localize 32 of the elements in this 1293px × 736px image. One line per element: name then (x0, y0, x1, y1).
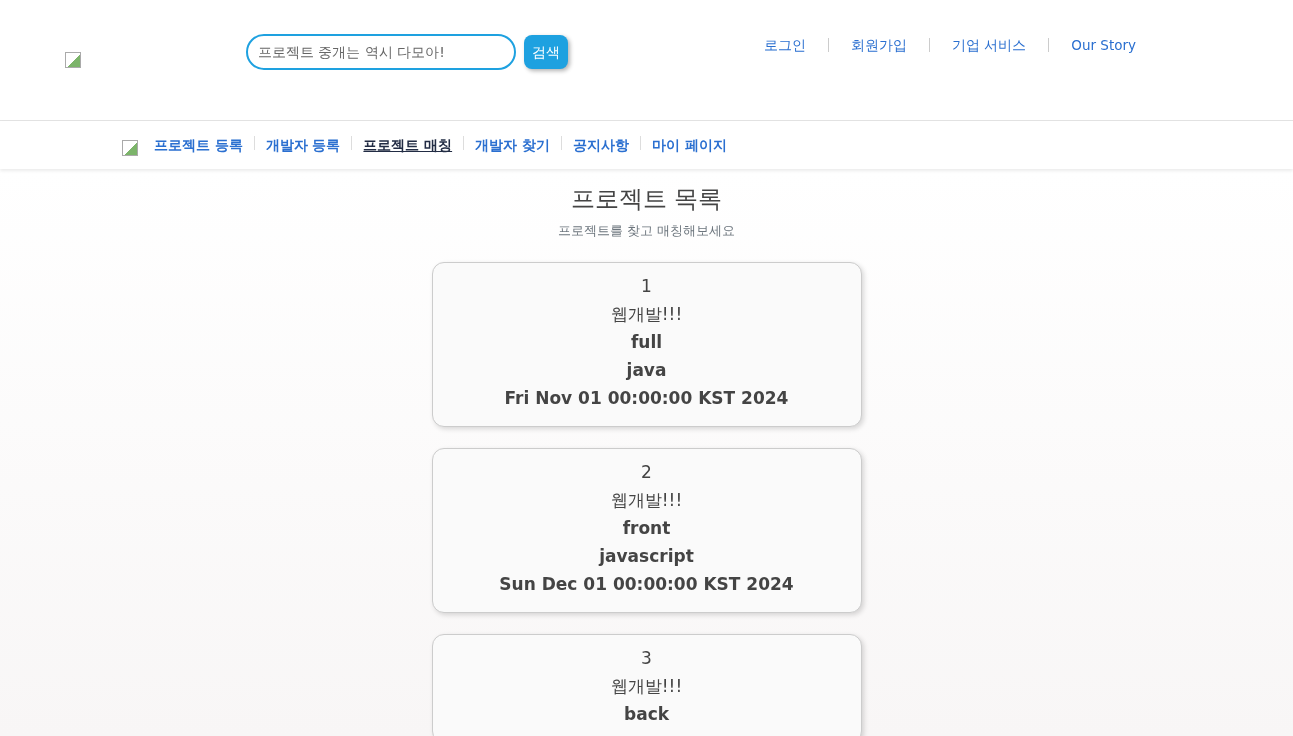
header-link[interactable]: 회원가입 (851, 34, 907, 56)
broken-image-icon (122, 140, 138, 156)
page-title: 프로젝트 목록 (569, 184, 724, 215)
header-link[interactable]: 기업 서비스 (952, 34, 1027, 56)
nav-link[interactable]: 공지사항 (572, 134, 629, 156)
project-date: Fri Nov 01 00:00:00 KST 2024 (503, 386, 790, 410)
project-language: java (625, 358, 668, 382)
project-language: javascript (597, 544, 695, 568)
nav-link[interactable]: 마이 페이지 (651, 134, 727, 156)
project-position: full (629, 330, 664, 354)
project-card[interactable]: 2 웹개발!!! front javascript Sun Dec 01 00:00:00 KST 2024 (431, 447, 862, 613)
header-link[interactable]: Our Story (1071, 34, 1136, 56)
search-field[interactable]: 프로젝트 중개는 역시 다모아! (246, 34, 516, 70)
project-number: 3 (640, 646, 653, 670)
project-position: back (623, 702, 670, 726)
project-title: 웹개발!!! (609, 488, 684, 512)
project-position: front (621, 516, 672, 540)
nav-link[interactable]: 프로젝트 등록 (154, 134, 243, 156)
search-button[interactable]: 검색 (524, 35, 568, 69)
nav-link[interactable]: 개발자 등록 (265, 134, 341, 156)
header-link[interactable]: 로그인 (764, 34, 806, 56)
project-card[interactable]: 3 웹개발!!! back (431, 633, 862, 736)
project-number: 1 (640, 274, 653, 298)
page-subtitle: 프로젝트를 찾고 매칭해보세요 (556, 222, 737, 240)
nav-link[interactable]: 프로젝트 매칭 (363, 134, 453, 156)
project-title: 웹개발!!! (609, 302, 684, 326)
project-card[interactable]: 1 웹개발!!! full java Fri Nov 01 00:00:00 KST 2024 (431, 261, 862, 427)
broken-image-icon (65, 52, 81, 68)
project-title: 웹개발!!! (609, 674, 684, 698)
nav-link[interactable]: 개발자 찾기 (475, 134, 550, 156)
project-number: 2 (640, 460, 653, 484)
project-date: Sun Dec 01 00:00:00 KST 2024 (498, 572, 795, 596)
